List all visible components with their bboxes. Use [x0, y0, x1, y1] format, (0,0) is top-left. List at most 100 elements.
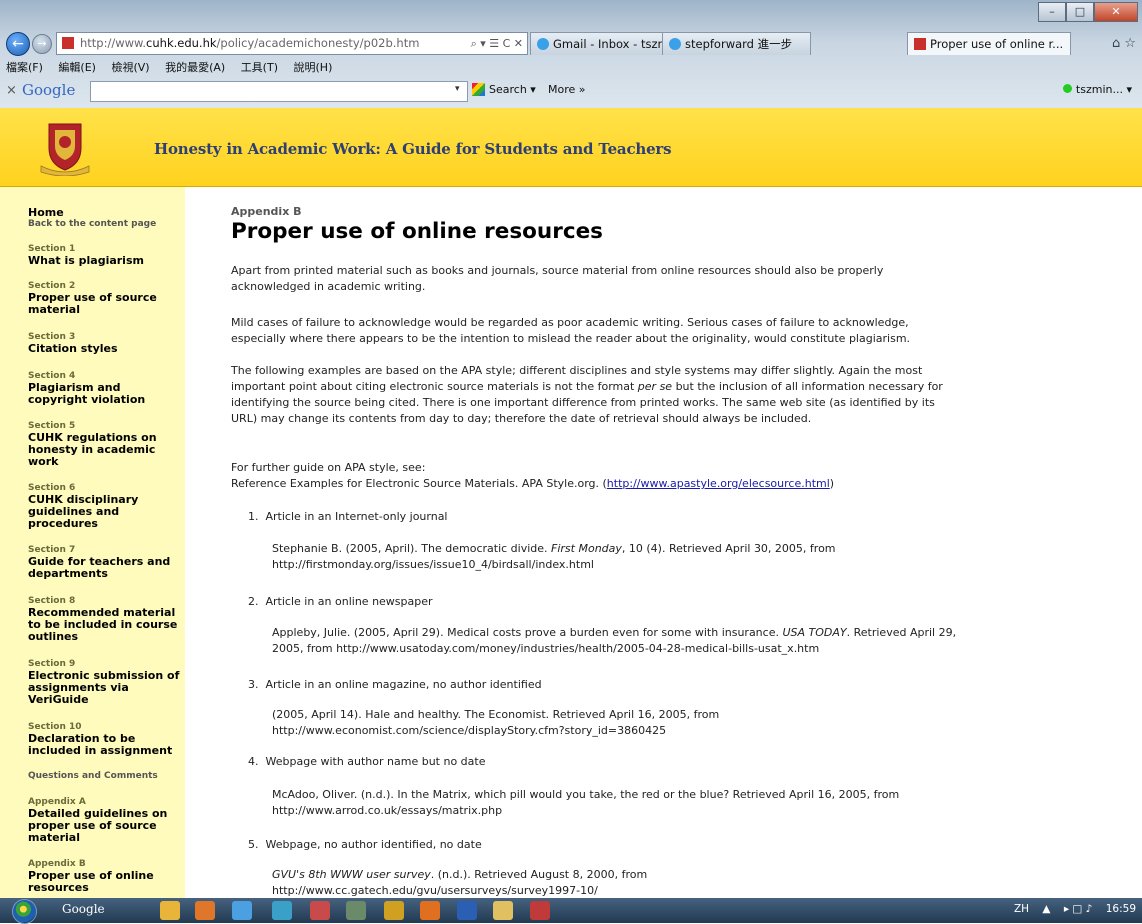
home-favorites-icons[interactable]: ⌂ ☆	[1112, 36, 1136, 51]
apa-paragraph-italic: per se	[637, 380, 673, 393]
explorer-taskbar-icon[interactable]	[493, 901, 513, 920]
taskbar-google-search[interactable]: Google	[54, 902, 113, 919]
system-tray: ZH ▲ ▸ □ ♪ 16:59	[1004, 903, 1136, 915]
apa-reference-link[interactable]: http://www.apastyle.org/elecsource.html	[607, 477, 830, 490]
more-button[interactable]: More »	[548, 83, 586, 96]
tab-proper-use[interactable]: Proper use of online r... ×	[907, 32, 1071, 55]
online-status-icon	[1062, 84, 1072, 93]
java-taskbar-icon[interactable]	[420, 901, 440, 920]
app3-taskbar-icon[interactable]	[346, 901, 366, 920]
language-indicator[interactable]: ZH	[1014, 903, 1029, 915]
sidebar-item-title: CUHK disciplinary guidelines and procedu…	[28, 493, 139, 530]
sidebar-item-section-5[interactable]: Section 5 CUHK regulations on honesty in…	[28, 421, 180, 468]
sidebar-item-title: Proper use of source material	[28, 291, 157, 316]
app2-taskbar-icon[interactable]	[310, 901, 330, 920]
google-search-icon	[472, 83, 485, 96]
sidebar-item-section-1[interactable]: Section 1 What is plagiarism	[28, 244, 180, 267]
tray-expand-icon[interactable]: ▲	[1042, 903, 1050, 915]
sidebar-item-title: CUHK regulations on honesty in academic …	[28, 431, 157, 468]
menu-help[interactable]: 說明(H)	[294, 61, 333, 74]
sidebar-item-section-2[interactable]: Section 2 Proper use of source material	[28, 281, 180, 316]
sidebar-item-title: Citation styles	[28, 342, 118, 355]
chrome-taskbar-icon[interactable]	[160, 901, 180, 920]
address-prefix: http://www.	[80, 36, 147, 50]
appendix-label: Appendix B	[231, 205, 302, 218]
example-item-2: 2. Article in an online newspaper	[248, 595, 433, 608]
sidebar-item-questions[interactable]: Questions and Comments	[28, 771, 180, 782]
example-item-4: 4. Webpage with author name but no date	[248, 755, 486, 768]
example-citation-3: (2005, April 14). Hale and healthy. The …	[272, 708, 720, 737]
tab-label: stepforward 進一步	[685, 37, 793, 51]
app5-taskbar-icon[interactable]	[530, 901, 550, 920]
sidebar-item-title: Electronic submission of assignments via…	[28, 669, 180, 706]
sidebar-item-appendix-a[interactable]: Appendix A Detailed guidelines on proper…	[28, 797, 180, 844]
menu-view[interactable]: 檢視(V)	[111, 61, 149, 74]
reference-line: Reference Examples for Electronic Source…	[231, 476, 961, 492]
address-bar[interactable]: http://www.cuhk.edu.hk/policy/academicho…	[56, 32, 528, 55]
tab-stepforward[interactable]: stepforward 進一步	[662, 32, 811, 55]
sidebar-item-section-4[interactable]: Section 4 Plagiarism and copyright viola…	[28, 371, 180, 406]
sidebar-item-section-9[interactable]: Section 9 Electronic submission of assig…	[28, 659, 180, 706]
site-favicon-icon	[62, 37, 74, 49]
example-item-1: 1. Article in an Internet-only journal	[248, 510, 448, 523]
sidebar-item-title: What is plagiarism	[28, 254, 144, 267]
sidebar-item-section-3[interactable]: Section 3 Citation styles	[28, 332, 180, 355]
menu-tools[interactable]: 工具(T)	[241, 61, 278, 74]
sidebar-item-title: Declaration to be included in assignment	[28, 732, 173, 757]
navigation-row: ← → http://www.cuhk.edu.hk/policy/academ…	[0, 30, 1142, 58]
google-search-button[interactable]: Search ▾	[472, 83, 536, 96]
clock[interactable]: 16:59	[1106, 903, 1136, 915]
user-account[interactable]: tszmin... ▾	[1062, 83, 1132, 96]
example-item-3: 3. Article in an online magazine, no aut…	[248, 678, 542, 691]
back-button[interactable]: ←	[6, 32, 30, 56]
maximize-button[interactable]: □	[1066, 2, 1094, 22]
close-button[interactable]: ✕	[1094, 2, 1138, 22]
sidebar-nav: Home Back to the content page Section 1 …	[0, 187, 185, 898]
sidebar-item-title: Home	[28, 206, 64, 219]
app-taskbar-icon[interactable]	[272, 901, 292, 920]
address-path: /policy/academichonesty/p02b.htm	[216, 36, 420, 50]
menu-favorites[interactable]: 我的最愛(A)	[165, 61, 225, 74]
tray-status-icons[interactable]: ▸ □ ♪	[1064, 903, 1093, 915]
google-search-input[interactable]	[90, 81, 468, 102]
cuhk-crest-icon	[40, 123, 90, 176]
sidebar-item-section-8[interactable]: Section 8 Recommended material to be inc…	[28, 596, 180, 643]
address-controls[interactable]: ⌕ ▾ ☰ C ✕	[471, 33, 523, 54]
search-label: Search ▾	[489, 83, 536, 96]
user-label: tszmin... ▾	[1075, 83, 1132, 96]
sidebar-item-home[interactable]: Home Back to the content page	[28, 207, 180, 230]
menu-edit[interactable]: 編輯(E)	[58, 61, 96, 74]
start-button[interactable]	[4, 898, 46, 924]
google-toolbar: × Google ▾ Search ▾ More » tszmin... ▾	[0, 78, 1142, 104]
search-dropdown-icon[interactable]: ▾	[455, 84, 460, 94]
menu-bar: 檔案(F) 編輯(E) 檢視(V) 我的最愛(A) 工具(T) 說明(H)	[0, 58, 1142, 78]
sidebar-item-subtitle: Back to the content page	[28, 219, 157, 229]
tab-gmail[interactable]: Gmail - Inbox - tszming2...	[530, 32, 671, 55]
browser-chrome: – □ ✕ ← → http://www.cuhk.edu.hk/policy/…	[0, 0, 1142, 108]
ie-taskbar-icon[interactable]	[232, 901, 252, 920]
further-guide-block: For further guide on APA style, see: Ref…	[231, 460, 961, 492]
sidebar-item-section-10[interactable]: Section 10 Declaration to be included in…	[28, 722, 180, 757]
example-item-5: 5. Webpage, no author identified, no dat…	[248, 838, 482, 851]
sidebar-item-section-6[interactable]: Section 6 CUHK disciplinary guidelines a…	[28, 483, 180, 530]
sidebar-item-appendix-b[interactable]: Appendix B Proper use of online resource…	[28, 859, 180, 894]
further-guide-text: For further guide on APA style, see:	[231, 461, 426, 474]
menu-file[interactable]: 檔案(F)	[6, 61, 43, 74]
example-citation-4: McAdoo, Oliver. (n.d.). In the Matrix, w…	[272, 788, 900, 817]
ie-page-icon	[537, 38, 549, 50]
sidebar-item-section-7[interactable]: Section 7 Guide for teachers and departm…	[28, 545, 180, 580]
minimize-button[interactable]: –	[1038, 2, 1066, 22]
ie-page-icon	[669, 38, 681, 50]
window-controls: – □ ✕	[1038, 2, 1138, 22]
sidebar-item-title: Plagiarism and copyright violation	[28, 381, 146, 406]
word-taskbar-icon[interactable]	[457, 901, 477, 920]
forward-button[interactable]: →	[32, 34, 52, 54]
firefox-taskbar-icon[interactable]	[195, 901, 215, 920]
example-citation-2: Appleby, Julie. (2005, April 29). Medica…	[272, 626, 957, 655]
toolbar-close-icon[interactable]: ×	[6, 83, 17, 98]
app4-taskbar-icon[interactable]	[384, 901, 404, 920]
page-title: Proper use of online resources	[231, 219, 603, 244]
failure-paragraph: Mild cases of failure to acknowledge wou…	[231, 316, 911, 345]
reference-text: Reference Examples for Electronic Source…	[231, 477, 607, 490]
site-favicon-icon	[914, 38, 926, 50]
